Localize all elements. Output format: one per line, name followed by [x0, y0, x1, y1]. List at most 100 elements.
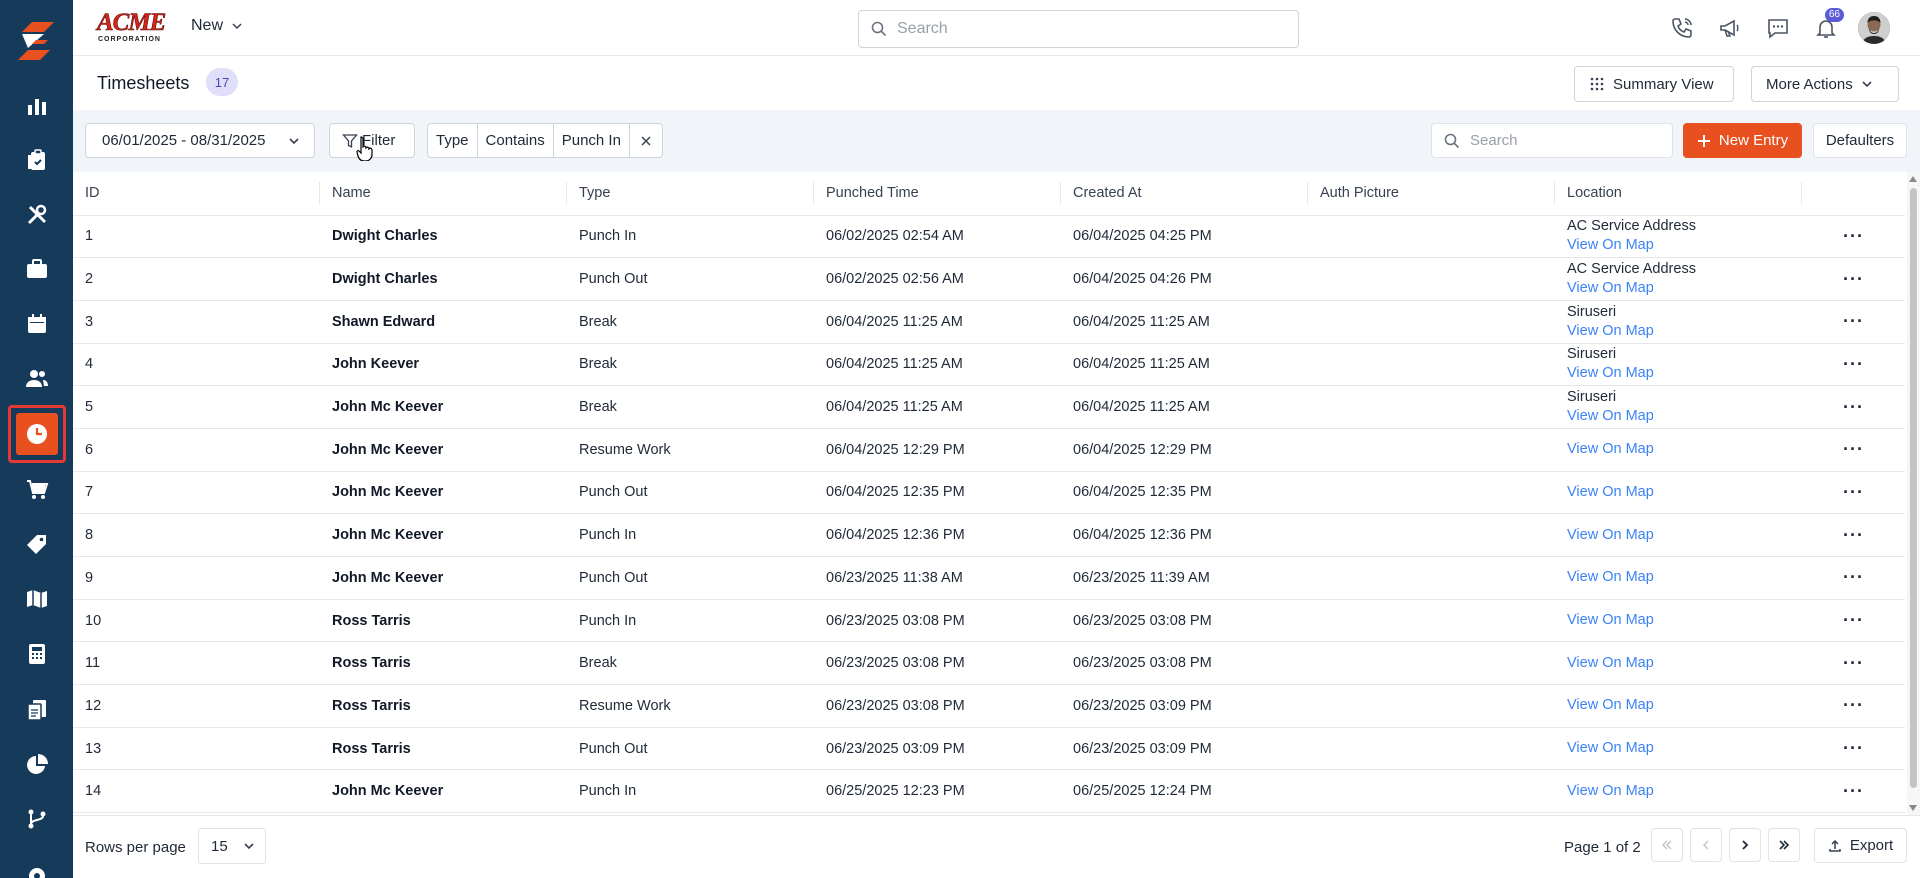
- column-header-auth-picture[interactable]: Auth Picture: [1308, 172, 1555, 216]
- view-on-map-link[interactable]: View On Map: [1567, 782, 1802, 801]
- announcements-button[interactable]: [1714, 12, 1746, 44]
- sidebar-item-analytics[interactable]: [10, 738, 64, 792]
- table-row[interactable]: 2 Dwight Charles Punch Out 06/02/2025 02:56…: [73, 257, 1905, 301]
- previous-page-button[interactable]: [1690, 828, 1722, 862]
- sidebar-item-timesheets[interactable]: [8, 405, 66, 463]
- table-row[interactable]: 3 Shawn Edward Break 06/04/2025 11:25 AM 06/…: [73, 300, 1905, 344]
- row-actions-button[interactable]: ···: [1802, 385, 1905, 429]
- table-row[interactable]: 13 Ross Tarris Punch Out 06/23/2025 03:09 P…: [73, 727, 1905, 771]
- table-row[interactable]: 12 Ross Tarris Resume Work 06/23/2025 03:08…: [73, 684, 1905, 728]
- table-scrollbar[interactable]: [1907, 172, 1920, 815]
- chat-button[interactable]: [1762, 12, 1794, 44]
- sidebar-item-workflow[interactable]: [10, 792, 64, 846]
- sidebar-item-tools[interactable]: [10, 188, 64, 242]
- phone-button[interactable]: [1666, 12, 1698, 44]
- scroll-up-arrow[interactable]: [1909, 176, 1917, 182]
- date-range-picker[interactable]: 06/01/2025 - 08/31/2025: [85, 123, 315, 158]
- row-actions-button[interactable]: ···: [1802, 257, 1905, 301]
- table-row[interactable]: 14 John Mc Keever Punch In 06/25/2025 12:23…: [73, 769, 1905, 814]
- row-actions-button[interactable]: ···: [1802, 769, 1905, 814]
- column-header-type[interactable]: Type: [567, 172, 814, 216]
- sidebar-item-reports[interactable]: [10, 79, 64, 133]
- table-row[interactable]: 4 John Keever Break 06/04/2025 11:25 AM 06/0…: [73, 343, 1905, 387]
- view-on-map-link[interactable]: View On Map: [1567, 739, 1802, 758]
- sidebar-item-calendar[interactable]: [10, 297, 64, 351]
- first-page-button[interactable]: [1651, 828, 1683, 862]
- view-on-map-link[interactable]: View On Map: [1567, 322, 1802, 341]
- row-actions-button[interactable]: ···: [1802, 599, 1905, 643]
- remove-filter-button[interactable]: [630, 124, 662, 157]
- sidebar-item-jobs[interactable]: [10, 242, 64, 296]
- table-row[interactable]: 9 John Mc Keever Punch Out 06/23/2025 11:38…: [73, 556, 1905, 600]
- column-header-name[interactable]: Name: [320, 172, 567, 216]
- more-actions-button[interactable]: More Actions: [1751, 66, 1899, 102]
- table-row[interactable]: 8 John Mc Keever Punch In 06/04/2025 12:36 …: [73, 513, 1905, 557]
- export-button[interactable]: Export: [1814, 828, 1907, 863]
- row-actions-button[interactable]: ···: [1802, 556, 1905, 600]
- row-actions-button[interactable]: ···: [1802, 215, 1905, 259]
- sidebar-item-pricebook[interactable]: [10, 518, 64, 572]
- filter-value-chip[interactable]: Punch In: [554, 124, 630, 157]
- table-row[interactable]: 1 Dwight Charles Punch In 06/02/2025 02:54 …: [73, 215, 1905, 259]
- scrollbar-thumb[interactable]: [1910, 188, 1917, 788]
- row-actions-button[interactable]: ···: [1802, 641, 1905, 686]
- column-header-punched-time[interactable]: Punched Time: [814, 172, 1061, 216]
- app-logo-icon[interactable]: [14, 18, 58, 62]
- view-on-map-link[interactable]: View On Map: [1567, 236, 1802, 255]
- more-horizontal-icon: ···: [1843, 225, 1864, 246]
- summary-view-button[interactable]: Summary View: [1574, 66, 1734, 102]
- table-row[interactable]: 11 Ross Tarris Break 06/23/2025 03:08 PM 06/…: [73, 641, 1905, 686]
- new-menu-button[interactable]: New: [191, 17, 243, 35]
- sidebar-item-customers[interactable]: [10, 351, 64, 405]
- row-actions-button[interactable]: ···: [1802, 343, 1905, 387]
- sidebar-item-clipboard[interactable]: [10, 133, 64, 187]
- view-on-map-link[interactable]: View On Map: [1567, 696, 1802, 715]
- global-search-input[interactable]: [897, 20, 1277, 38]
- rows-per-page-select[interactable]: 15: [198, 828, 266, 864]
- view-on-map-link[interactable]: View On Map: [1567, 279, 1802, 298]
- view-on-map-link[interactable]: View On Map: [1567, 364, 1802, 383]
- view-on-map-link[interactable]: View On Map: [1567, 654, 1802, 673]
- view-on-map-link[interactable]: View On Map: [1567, 526, 1802, 545]
- notifications-button[interactable]: 66: [1810, 8, 1844, 44]
- filter-field-chip[interactable]: Type: [428, 124, 478, 157]
- sidebar-item-map[interactable]: [10, 572, 64, 626]
- sidebar-item-settings[interactable]: [10, 846, 64, 878]
- user-avatar[interactable]: [1858, 12, 1890, 44]
- documents-icon: [27, 700, 46, 721]
- sidebar-item-calculator[interactable]: [10, 627, 64, 681]
- table-row[interactable]: 5 John Mc Keever Break 06/04/2025 11:25 AM 0…: [73, 385, 1905, 429]
- row-actions-button[interactable]: ···: [1802, 471, 1905, 515]
- view-on-map-link[interactable]: View On Map: [1567, 440, 1802, 459]
- table-row[interactable]: 6 John Mc Keever Resume Work 06/04/2025 12:…: [73, 428, 1905, 472]
- export-label: Export: [1849, 837, 1894, 854]
- new-entry-button[interactable]: New Entry: [1683, 123, 1802, 158]
- filter-operator-chip[interactable]: Contains: [478, 124, 554, 157]
- row-actions-button[interactable]: ···: [1802, 428, 1905, 472]
- defaulters-button[interactable]: Defaulters: [1813, 123, 1907, 158]
- column-header-location[interactable]: Location: [1555, 172, 1802, 216]
- row-actions-button[interactable]: ···: [1802, 300, 1905, 344]
- table-row[interactable]: 10 Ross Tarris Punch In 06/23/2025 03:08 PM…: [73, 599, 1905, 643]
- cell-location: AC Service Address View On Map: [1555, 257, 1802, 301]
- list-search-input[interactable]: [1470, 132, 1660, 149]
- summary-view-label: Summary View: [1613, 75, 1714, 93]
- view-on-map-link[interactable]: View On Map: [1567, 568, 1802, 587]
- column-header-id[interactable]: ID: [73, 172, 320, 216]
- next-page-button[interactable]: [1729, 828, 1761, 862]
- sidebar-item-documents[interactable]: [10, 683, 64, 737]
- cell-location: View On Map: [1555, 471, 1802, 515]
- view-on-map-link[interactable]: View On Map: [1567, 407, 1802, 426]
- view-on-map-link[interactable]: View On Map: [1567, 483, 1802, 502]
- row-actions-button[interactable]: ···: [1802, 513, 1905, 557]
- sidebar-item-purchase[interactable]: [10, 463, 64, 517]
- column-header-created-at[interactable]: Created At: [1061, 172, 1308, 216]
- row-actions-button[interactable]: ···: [1802, 684, 1905, 728]
- last-page-button[interactable]: [1768, 828, 1800, 862]
- row-actions-button[interactable]: ···: [1802, 727, 1905, 771]
- view-on-map-link[interactable]: View On Map: [1567, 611, 1802, 630]
- column-header-actions: [1802, 172, 1905, 216]
- company-logo[interactable]: ACME CORPORATION: [97, 9, 169, 43]
- table-row[interactable]: 7 John Mc Keever Punch Out 06/04/2025 12:35…: [73, 471, 1905, 515]
- scroll-down-arrow[interactable]: [1909, 805, 1917, 811]
